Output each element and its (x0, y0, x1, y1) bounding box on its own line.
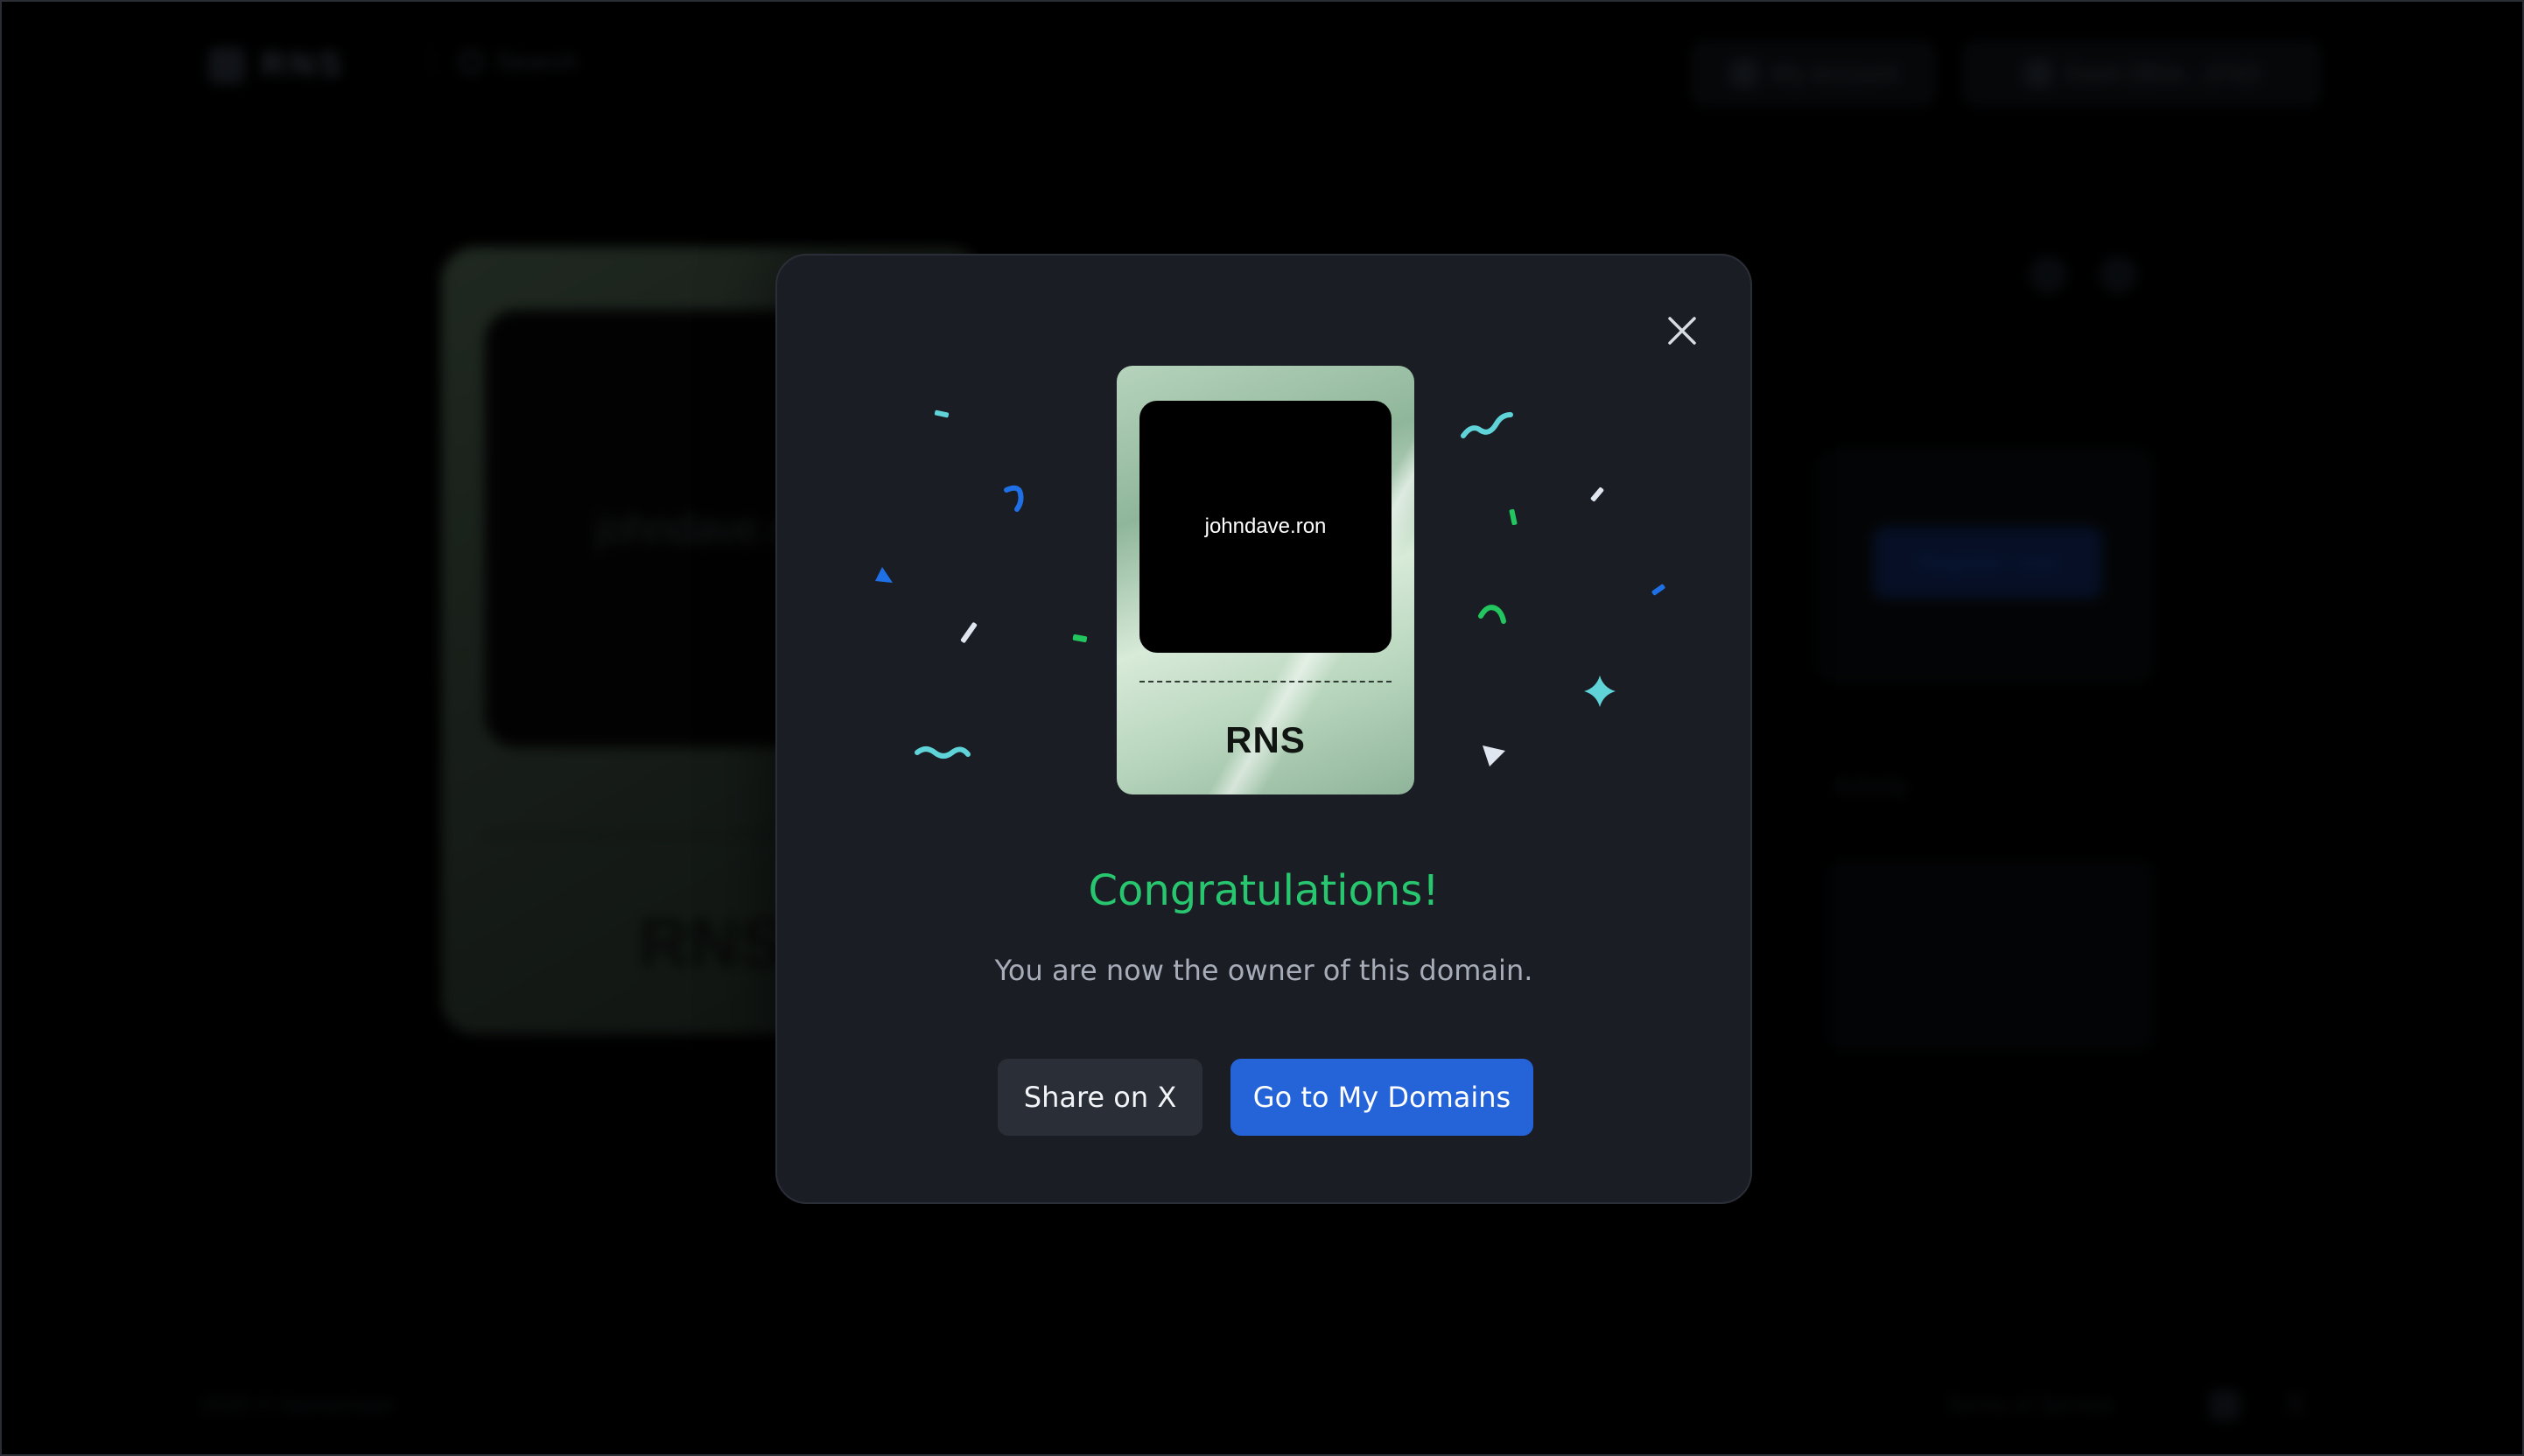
confetti-piece (1590, 486, 1604, 502)
confetti-piece (1483, 746, 1505, 766)
search-bar: Search (431, 47, 578, 77)
share-icon (2029, 256, 2067, 294)
share-on-x-button[interactable]: Share on X (998, 1059, 1202, 1136)
wallet-label: 0xeA 2B0e...1Fb3 (2065, 60, 2261, 87)
logo: RNS (208, 46, 345, 85)
confetti-piece (1509, 508, 1518, 526)
search-placeholder: Search (495, 47, 579, 76)
close-icon (1668, 317, 1696, 345)
x-icon: X (2284, 1386, 2307, 1423)
page: RNS Search My account 0xeA 2B0e...1Fb3 j… (0, 0, 2524, 1456)
footer-terms-link: Terms of Service (1945, 1391, 2114, 1418)
footer-copyright: 2025 © Namechain (200, 1391, 395, 1418)
confetti-piece (960, 622, 978, 643)
confetti-piece (875, 567, 893, 583)
go-to-my-domains-button[interactable]: Go to My Domains (1230, 1059, 1533, 1136)
wallet-avatar-icon (2023, 59, 2053, 88)
close-button[interactable] (1656, 304, 1708, 357)
account-label: My account (1771, 60, 1897, 87)
nft-card-inner: johndave.ron (1139, 401, 1392, 653)
modal-subtitle: You are now the owner of this domain. (994, 954, 1533, 987)
register-button: Register now (1873, 527, 2102, 598)
heart-icon (2099, 256, 2137, 294)
activity-heading: Activity (1831, 772, 1909, 799)
nft-card-divider (1139, 681, 1392, 682)
confetti-piece (1651, 584, 1665, 596)
search-icon (459, 50, 483, 74)
confetti-piece (1004, 485, 1024, 512)
account-button: My account (1691, 40, 1936, 107)
top-bar: RNS Search My account 0xeA 2B0e...1Fb3 (2, 2, 2522, 142)
confetti-piece (1072, 634, 1088, 643)
confetti-piece (934, 410, 950, 418)
discord-icon (2209, 1390, 2240, 1421)
sparkle-icon (1584, 676, 1616, 707)
logo-text: RNS (261, 46, 346, 84)
confetti-piece (1478, 605, 1506, 624)
user-icon (1729, 59, 1760, 88)
nft-domain-name: johndave.ron (1204, 514, 1327, 538)
logo-mark-icon (208, 46, 245, 84)
confetti-piece (915, 746, 971, 759)
confetti-piece (1461, 412, 1513, 438)
domain-nft-card: johndave.ron RNS (1117, 366, 1414, 794)
nft-brand-label: RNS (1225, 719, 1306, 760)
modal-title: Congratulations! (1088, 866, 1440, 915)
success-modal: johndave.ron RNS Congratulations! You ar… (775, 254, 1752, 1204)
activity-panel (1822, 859, 2155, 1052)
background-register-panel: Register now (1813, 448, 2155, 684)
wallet-button: 0xeA 2B0e...1Fb3 (1962, 40, 2321, 107)
